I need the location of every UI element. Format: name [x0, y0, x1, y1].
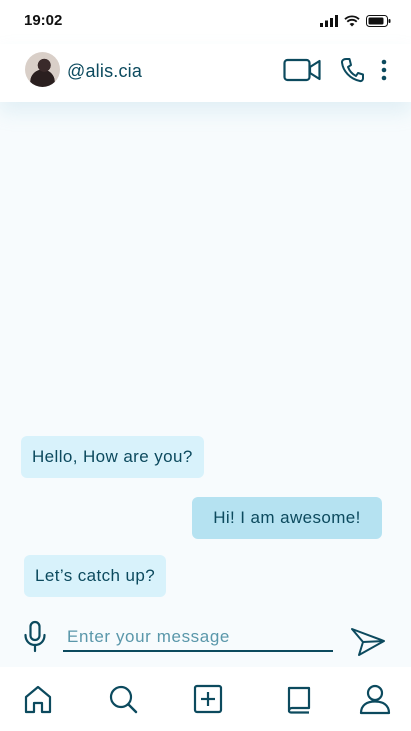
status-icons [320, 15, 391, 27]
message-composer [0, 612, 411, 667]
send-icon [351, 628, 385, 656]
more-vertical-icon [381, 59, 387, 81]
video-call-button[interactable] [282, 56, 322, 84]
message-input[interactable] [63, 623, 333, 652]
nav-search[interactable] [107, 683, 139, 715]
battery-icon [366, 15, 391, 27]
profile-icon [359, 684, 391, 715]
bottom-navigation [0, 667, 411, 731]
nav-home[interactable] [22, 683, 54, 715]
nav-profile[interactable] [359, 683, 391, 715]
microphone-icon [24, 620, 46, 653]
status-bar: 19:02 [0, 0, 411, 44]
status-time: 19:02 [24, 12, 63, 29]
chat-header: @alis.cia [0, 44, 411, 102]
phone-icon [340, 58, 364, 83]
nav-library[interactable] [283, 683, 315, 715]
book-icon [287, 686, 311, 714]
more-options-button[interactable] [377, 56, 391, 84]
send-button[interactable] [350, 626, 386, 658]
signal-icon [320, 15, 338, 27]
voice-message-button[interactable] [22, 620, 48, 654]
video-call-icon [283, 58, 321, 82]
message-outgoing: Hi! I am awesome! [192, 497, 382, 539]
wifi-icon [344, 15, 360, 27]
home-icon [24, 685, 52, 714]
search-icon [109, 685, 138, 714]
avatar[interactable] [25, 52, 60, 87]
message-incoming: Hello, How are you? [21, 436, 204, 478]
message-incoming: Let’s catch up? [24, 555, 167, 597]
message-list[interactable]: Hello, How are you? Hi! I am awesome! Le… [0, 102, 411, 612]
contact-username[interactable]: @alis.cia [67, 61, 142, 82]
add-icon [193, 684, 223, 714]
voice-call-button[interactable] [339, 56, 365, 84]
nav-add[interactable] [192, 683, 224, 715]
